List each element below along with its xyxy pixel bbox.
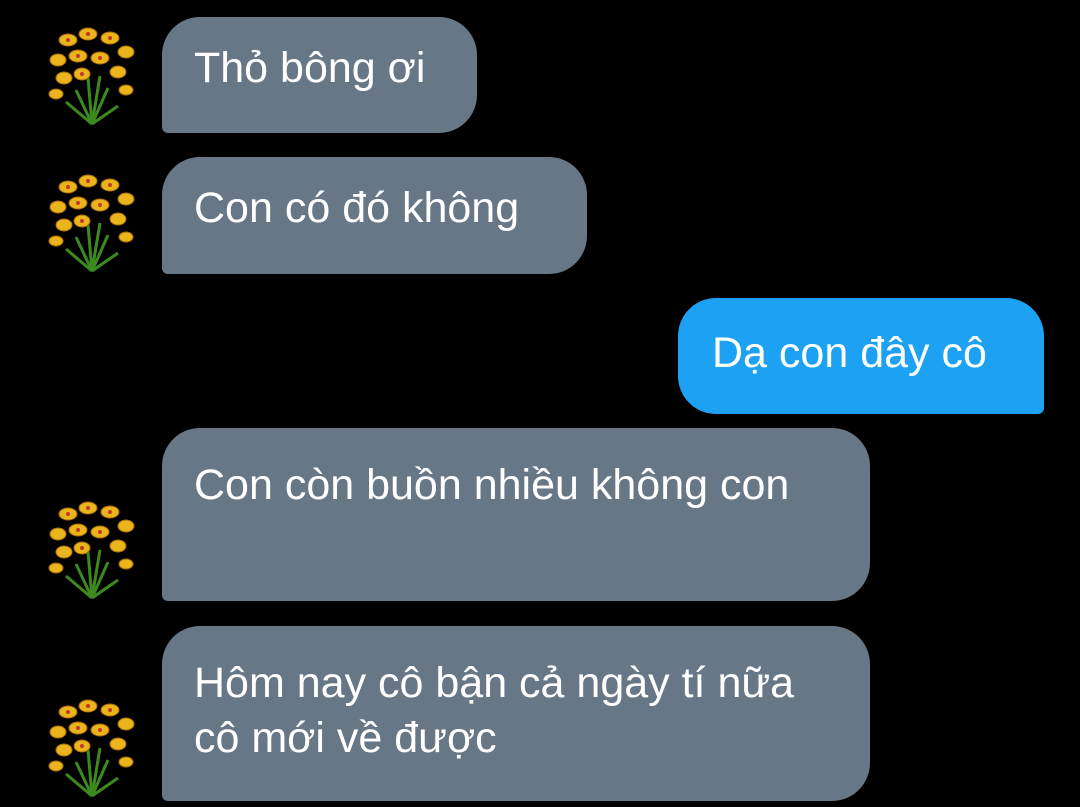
incoming-message-bubble[interactable]: Con còn buồn nhiều không con: [162, 428, 870, 601]
contact-avatar[interactable]: [38, 18, 146, 126]
orchid-icon: [38, 492, 146, 600]
message-text: Hôm nay cô bận cả ngày tí nữa cô mới về …: [194, 659, 795, 762]
incoming-message-bubble[interactable]: Thỏ bông ơi: [162, 17, 477, 133]
orchid-icon: [38, 165, 146, 273]
orchid-icon: [38, 18, 146, 126]
contact-avatar[interactable]: [38, 492, 146, 600]
incoming-message-bubble[interactable]: Con có đó không: [162, 157, 587, 274]
outgoing-message-bubble[interactable]: Dạ con đây cô: [678, 298, 1044, 414]
incoming-message-bubble[interactable]: Hôm nay cô bận cả ngày tí nữa cô mới về …: [162, 626, 870, 801]
message-text: Dạ con đây cô: [712, 329, 987, 377]
message-text: Con còn buồn nhiều không con: [194, 461, 790, 509]
contact-avatar[interactable]: [38, 690, 146, 798]
message-text: Thỏ bông ơi: [194, 44, 426, 92]
orchid-icon: [38, 690, 146, 798]
contact-avatar[interactable]: [38, 165, 146, 273]
chat-thread: Thỏ bông ơi Con có đó không Dạ con đây c…: [0, 0, 1080, 807]
message-text: Con có đó không: [194, 184, 520, 232]
